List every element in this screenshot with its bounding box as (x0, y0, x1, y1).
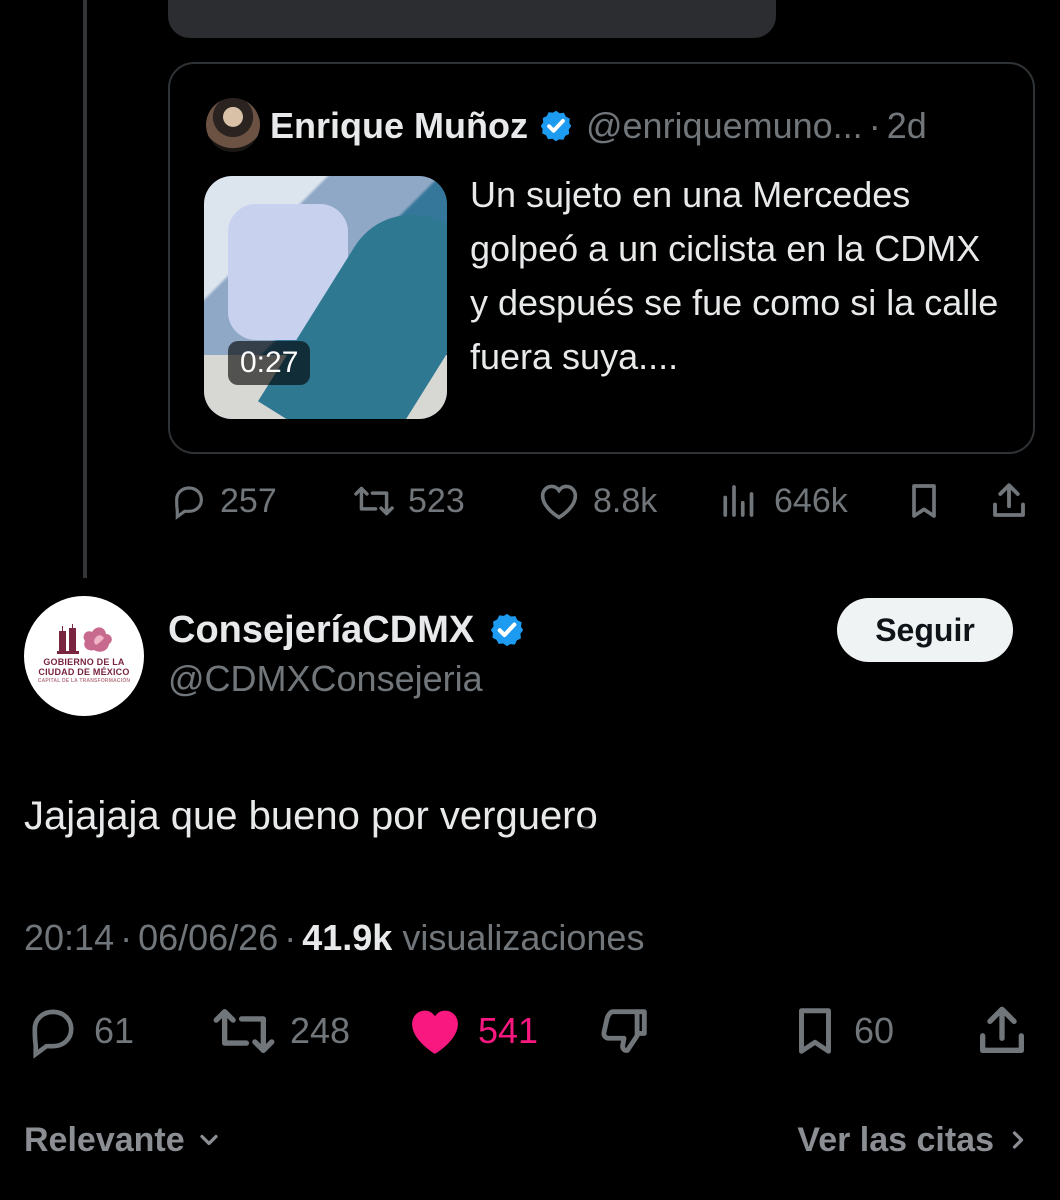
avatar-logo-text: GOBIERNO DE LA CIUDAD DE MÉXICO CAPITAL … (38, 657, 130, 684)
quoted-reply-count: 257 (220, 481, 277, 520)
post-author-row: ConsejeríaCDMX (168, 604, 538, 656)
follow-button[interactable]: Seguir (837, 598, 1013, 662)
post-repost-button[interactable]: 248 (210, 1006, 350, 1056)
quoted-post-action-bar: 257 523 8.8k 646k (0, 476, 1060, 526)
post-dislike-button[interactable] (596, 1006, 654, 1056)
share-icon (980, 1006, 1024, 1053)
quoted-author-handle[interactable]: @enriquemuno... (586, 105, 863, 147)
separator-dot: · (284, 917, 297, 958)
quoted-views-count: 646k (774, 481, 848, 520)
post-text: Jajajaja que bueno por verguero (24, 794, 598, 838)
quoted-bookmark-button[interactable] (904, 476, 944, 526)
chevron-right-icon (1012, 1131, 1024, 1149)
post-bookmark-button[interactable]: 60 (788, 1006, 894, 1056)
post-reply-count: 61 (94, 1010, 135, 1051)
heart-icon (540, 484, 578, 520)
post-views-count: 41.9k (302, 917, 393, 958)
avatar-logo-line1: GOBIERNO DE LA (43, 656, 125, 667)
post-like-button[interactable]: 541 (404, 1006, 538, 1056)
post-bookmark-count: 60 (854, 1010, 895, 1051)
quoted-like-count: 8.8k (593, 481, 658, 520)
avatar-logo-line2: CIUDAD DE MÉXICO (38, 666, 130, 677)
verified-icon (491, 613, 524, 647)
heart-icon (412, 1010, 458, 1054)
quoted-post-age[interactable]: 2d (887, 105, 927, 147)
quoted-post-card[interactable]: Enrique Muñoz @enriquemuno... · 2d 0:27 … (168, 62, 1035, 454)
post-repost-count: 248 (290, 1010, 351, 1051)
quoted-post-header: Enrique Muñoz @enriquemuno... · 2d (270, 102, 927, 150)
relevance-sort-button[interactable]: Relevante (24, 1118, 223, 1162)
previous-media-card[interactable] (168, 0, 776, 38)
post-time[interactable]: 20:14 (24, 917, 114, 959)
post-author-handle[interactable]: @CDMXConsejeria (168, 658, 483, 702)
quoted-author-name[interactable]: Enrique Muñoz (270, 105, 528, 147)
video-duration-badge: 0:27 (228, 341, 311, 385)
quoted-repost-count: 523 (408, 481, 465, 520)
post-share-button[interactable] (973, 1006, 1031, 1056)
chevron-down-icon (200, 1134, 218, 1146)
post-views-label: visualizaciones (402, 917, 645, 958)
city-government-logo-art (57, 623, 112, 654)
verified-icon (540, 110, 572, 142)
separator-dot: · (868, 105, 881, 146)
bookmark-icon (912, 484, 936, 518)
repost-icon (354, 486, 394, 516)
separator-dot: · (120, 917, 133, 958)
avatar-logo-line3: CAPITAL DE LA TRANSFORMACIÓN (37, 677, 131, 684)
post-action-bar: 61 248 541 60 (0, 1002, 1060, 1060)
post-reply-button[interactable]: 61 (24, 1006, 135, 1059)
quoted-post-text: Un sujeto en una Mercedes golpeó a un ci… (470, 174, 999, 377)
quoted-reply-button[interactable]: 257 (170, 476, 277, 526)
dislike-icon (601, 1009, 647, 1053)
reply-icon (175, 486, 203, 520)
reply-icon (32, 1009, 74, 1059)
consejeria-avatar[interactable]: GOBIERNO DE LA CIUDAD DE MÉXICO CAPITAL … (24, 596, 144, 716)
share-icon (993, 483, 1025, 517)
post-metadata: 20:14 · 06/06/26 · 41.9k visualizaciones (24, 916, 644, 960)
bookmark-icon (799, 1008, 831, 1054)
post-author-name[interactable]: ConsejeríaCDMX (168, 609, 474, 652)
quoted-author-avatar[interactable] (206, 98, 260, 152)
quoted-views-button[interactable]: 646k (720, 476, 848, 526)
view-quotes-link[interactable]: Ver las citas (797, 1118, 1032, 1162)
quoted-like-button[interactable]: 8.8k (537, 476, 657, 526)
views-icon (723, 485, 754, 517)
quoted-repost-button[interactable]: 523 (352, 476, 465, 526)
repost-icon (213, 1009, 275, 1053)
video-thumbnail[interactable]: 0:27 (204, 176, 447, 419)
quoted-share-button[interactable] (988, 476, 1030, 526)
post-date[interactable]: 06/06/26 (138, 917, 278, 959)
view-quotes-label: Ver las citas (797, 1120, 994, 1159)
post-like-count: 541 (478, 1010, 539, 1051)
relevance-sort-label: Relevante (24, 1120, 185, 1159)
